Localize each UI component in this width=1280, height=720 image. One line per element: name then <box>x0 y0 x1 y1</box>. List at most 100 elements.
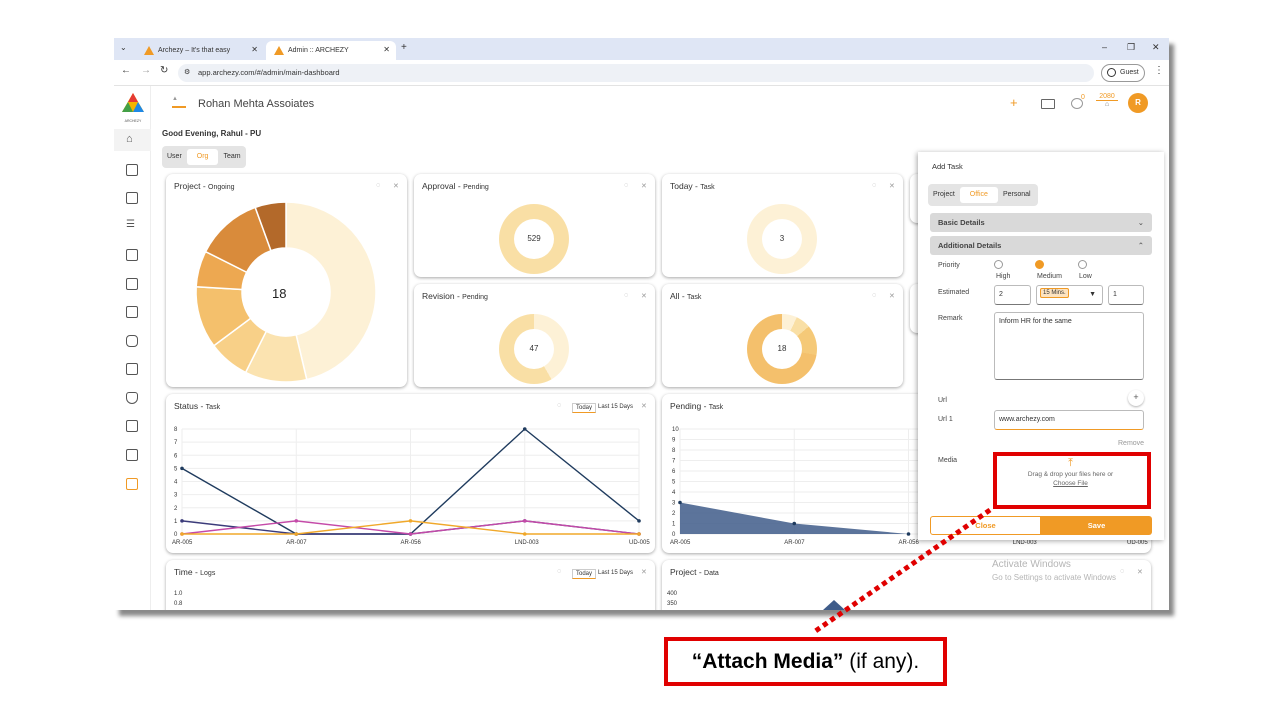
data-point[interactable] <box>522 427 527 431</box>
sidebar-bag-icon[interactable] <box>126 335 138 347</box>
archezy-logo[interactable]: ARCHEZY <box>121 92 145 123</box>
new-tab-icon[interactable]: + <box>401 42 407 53</box>
type-project[interactable]: Project <box>928 187 960 203</box>
priority-low-radio[interactable] <box>1078 260 1087 269</box>
y-tick-label: 10 <box>672 427 679 433</box>
tab-admin[interactable]: Admin :: ARCHEZY ✕ <box>266 41 396 60</box>
site-settings-icon[interactable]: ⚙ <box>184 64 190 82</box>
sidebar-edit-icon[interactable] <box>126 249 138 261</box>
archezy-favicon-icon <box>274 46 284 55</box>
hide-icon[interactable]: ◌ <box>872 292 876 299</box>
profile-label: Guest <box>1120 69 1139 76</box>
data-point[interactable] <box>678 500 682 505</box>
tab-archezy[interactable]: Archezy – It's that easy ✕ <box>136 41 264 60</box>
scope-user[interactable]: User <box>162 149 187 165</box>
logo-icon <box>122 93 144 112</box>
hide-icon[interactable]: ◌ <box>872 182 876 189</box>
hide-icon[interactable]: ◌ <box>624 182 628 189</box>
card-title: Today - Task <box>670 181 715 191</box>
type-office[interactable]: Office <box>959 187 998 203</box>
scope-team[interactable]: Team <box>218 149 245 165</box>
additional-details-accordion[interactable]: Additional Details ⌃ <box>930 236 1152 255</box>
close-card-icon[interactable]: ✕ <box>641 292 647 300</box>
data-point[interactable] <box>522 519 527 523</box>
last15-button[interactable]: Last 15 Days <box>598 570 633 576</box>
type-personal[interactable]: Personal <box>998 187 1036 203</box>
sidebar-shield-icon[interactable] <box>126 392 138 404</box>
data-point[interactable] <box>294 519 299 523</box>
hide-icon[interactable]: ◌ <box>557 568 561 575</box>
forward-icon[interactable]: → <box>141 65 151 76</box>
data-point[interactable] <box>637 519 641 523</box>
close-tab-icon[interactable]: ✕ <box>251 45 258 54</box>
points-badge[interactable]: 2080 ⌂ <box>1096 93 1118 111</box>
close-card-icon[interactable]: ✕ <box>641 568 647 576</box>
mail-icon[interactable] <box>1041 99 1055 109</box>
data-point[interactable] <box>180 532 184 536</box>
priority-high-radio[interactable] <box>994 260 1003 269</box>
estimated-value-input[interactable]: 2 <box>994 285 1031 305</box>
close-window-icon[interactable]: ✕ <box>1152 42 1160 53</box>
y-tick-label: 7 <box>174 440 178 446</box>
data-point[interactable] <box>180 519 184 523</box>
sidebar-review-icon[interactable] <box>126 278 138 290</box>
sidebar-item-home[interactable]: ⌂ <box>114 129 151 151</box>
url1-input[interactable]: www.archezy.com <box>994 410 1144 430</box>
time-logs-card: Time - Logs ◌ Today Last 15 Days ✕ 1.0 0… <box>166 560 655 610</box>
project-data-peak <box>823 600 845 610</box>
sidebar-dashboard-icon[interactable] <box>126 164 138 176</box>
url-field[interactable]: ⚙ app.archezy.com/#/admin/main-dashboard <box>178 64 1094 82</box>
y-tick-label: 4 <box>672 490 676 496</box>
y-tick-label: 2 <box>174 506 178 512</box>
tab-list-icon[interactable]: ⌄ <box>120 43 127 52</box>
today-button[interactable]: Today <box>572 569 597 579</box>
data-point[interactable] <box>180 466 184 471</box>
close-card-icon[interactable]: ✕ <box>889 182 895 190</box>
remove-link[interactable]: Remove <box>1118 440 1144 447</box>
sidebar-clipboard-icon[interactable] <box>126 192 138 204</box>
sidebar-list-icon[interactable]: ☰ <box>126 219 135 230</box>
estimated-unit-select[interactable]: 15 Mins. ▼ <box>1036 285 1103 305</box>
data-point[interactable] <box>637 532 641 536</box>
data-point[interactable] <box>792 521 797 526</box>
greeting: Good Evening, Rahul - PU <box>162 129 262 138</box>
remark-textarea[interactable]: Inform HR for the same <box>994 312 1144 380</box>
data-point[interactable] <box>522 532 527 536</box>
tab-title: Archezy – It's that easy <box>158 47 231 54</box>
restore-icon[interactable]: ❐ <box>1127 42 1135 53</box>
sidebar-folder-icon[interactable] <box>126 363 138 375</box>
data-point[interactable] <box>294 532 299 536</box>
data-point[interactable] <box>408 532 413 536</box>
profile-button[interactable]: Guest <box>1101 64 1145 82</box>
close-card-icon[interactable]: ✕ <box>889 292 895 300</box>
priority-medium-radio[interactable] <box>1035 260 1044 269</box>
save-button[interactable]: Save <box>1041 516 1152 535</box>
y-tick-label: 5 <box>174 466 178 472</box>
sidebar-network-icon[interactable] <box>126 449 138 461</box>
sidebar-report-icon[interactable] <box>126 420 138 432</box>
browser-menu-icon[interactable]: ⋮ <box>1154 65 1164 76</box>
basic-details-accordion[interactable]: Basic Details ⌄ <box>930 213 1152 232</box>
profile-icon <box>1107 68 1116 77</box>
y-tick-label: 1 <box>672 522 676 528</box>
close-tab-icon[interactable]: ✕ <box>383 45 390 54</box>
dropdown-arrow-icon: ▼ <box>1089 291 1096 298</box>
back-icon[interactable]: ← <box>121 65 131 76</box>
hide-icon[interactable]: ◌ <box>624 292 628 299</box>
add-url-button[interactable]: + <box>1128 390 1144 406</box>
sidebar-book-icon[interactable] <box>126 306 138 318</box>
data-point[interactable] <box>408 519 413 523</box>
minimize-icon[interactable]: – <box>1102 42 1107 52</box>
close-button[interactable]: Close <box>930 516 1041 535</box>
reload-icon[interactable]: ↻ <box>160 65 168 76</box>
app-sidebar: ARCHEZY ⌂ ☰ <box>114 86 151 610</box>
y-tick-label: 0 <box>672 532 676 538</box>
avatar[interactable]: R <box>1128 93 1148 113</box>
sidebar-points-icon[interactable] <box>126 478 138 490</box>
estimated-count-input[interactable]: 1 <box>1108 285 1144 305</box>
scope-org[interactable]: Org <box>186 149 219 165</box>
add-icon[interactable]: + <box>1010 95 1018 110</box>
close-card-icon[interactable]: ✕ <box>641 182 647 190</box>
estimated-label: Estimated <box>938 289 970 296</box>
data-point[interactable] <box>906 532 911 536</box>
